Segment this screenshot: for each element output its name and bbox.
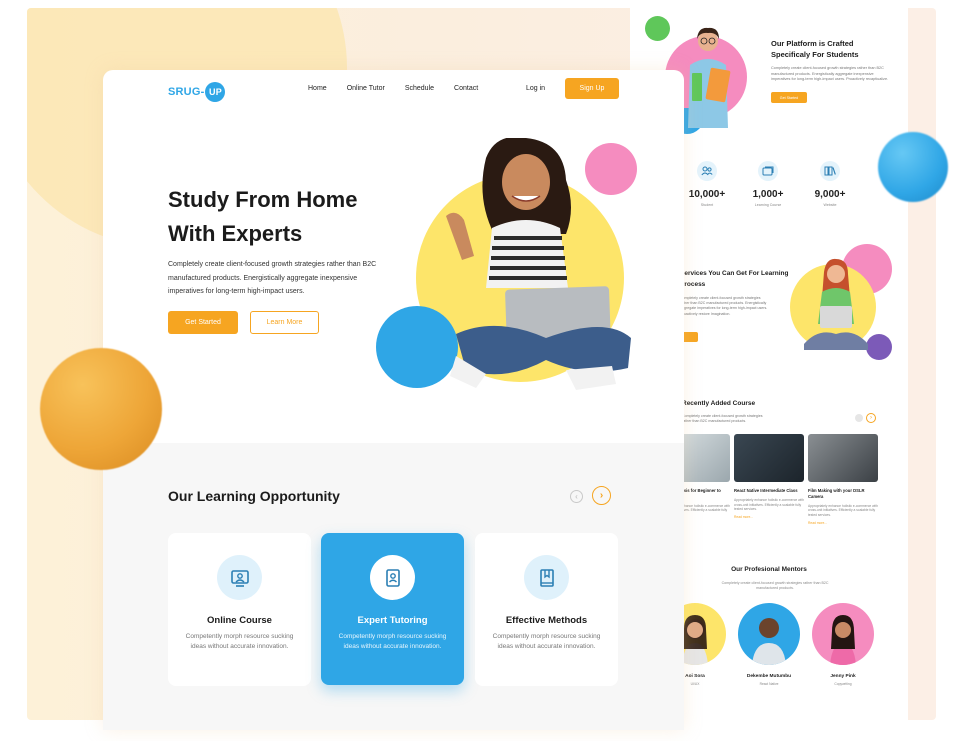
signup-button[interactable]: Sign Up — [565, 78, 619, 99]
books-icon — [820, 161, 840, 181]
platform-text: Completely create client-focused growth … — [771, 66, 889, 81]
card-title: Online Course — [207, 615, 272, 626]
stat-websites: 9,000+ Website — [800, 161, 860, 207]
card-desc: Competently morph resource sucking ideas… — [492, 633, 601, 650]
card-effective-methods[interactable]: Effective Methods Competently morph reso… — [475, 533, 618, 686]
learning-section: Our Learning Opportunity ‹ › Online Cour… — [103, 443, 684, 730]
student-photo — [688, 27, 731, 128]
hero-text: Completely create client-focused growth … — [168, 261, 377, 295]
mentor-role: Copywriting — [834, 682, 852, 686]
nav-schedule[interactable]: Schedule — [405, 84, 434, 94]
platform-get-started-button[interactable]: Get Started — [771, 92, 807, 103]
main-nav: Home Online Tutor Schedule Contact — [308, 84, 498, 94]
course-read-more[interactable]: Read more... — [734, 515, 804, 519]
stat-students: 10,000+ Student — [677, 161, 737, 207]
course-desc: Appropriately enhance holistic e-commerc… — [808, 503, 878, 518]
course-title: React Native Intermediate Class — [734, 488, 798, 493]
logo[interactable]: SRUG- UP — [168, 82, 226, 102]
learn-more-button[interactable]: Learn More — [250, 311, 319, 334]
users-icon — [697, 161, 717, 181]
mentor-name: Dekembe Mutumbu — [746, 674, 792, 679]
student-laptop-photo — [804, 258, 868, 350]
card-desc: Competently morph resource sucking ideas… — [185, 633, 294, 650]
courses-next-button[interactable]: › — [866, 413, 876, 423]
courses-title: Recently Added Course — [682, 400, 756, 407]
prev-button[interactable]: ‹ — [570, 490, 583, 503]
hero-title: Study From Home With Experts — [168, 187, 358, 246]
avatar — [738, 603, 800, 665]
mentors-text: Completely create client-focused growth … — [721, 581, 829, 591]
mentor-name: Jenny Pink — [830, 674, 856, 679]
expert-tutoring-icon — [370, 555, 415, 600]
stat-value: 9,000+ — [814, 189, 846, 200]
orange-orb-decoration — [40, 348, 162, 470]
courses-text: Completely create client-focused growth … — [682, 414, 763, 424]
platform-title: Our Platform is Crafted Specificaly For … — [771, 39, 859, 59]
arrow-right-icon: › — [870, 415, 872, 421]
course-image — [734, 434, 804, 482]
stat-label: Student — [700, 203, 714, 207]
course-title: Film Making with your DSLR Camera — [808, 488, 865, 499]
mentor-role: React Native — [759, 682, 779, 686]
login-link[interactable]: Log in — [526, 84, 545, 94]
showcase-stage: Our Platform is Crafted Specificaly For … — [0, 0, 963, 741]
get-started-button[interactable]: Get Started — [168, 311, 238, 334]
nav-contact[interactable]: Contact — [454, 84, 478, 94]
arrow-right-icon: › — [599, 490, 604, 501]
card-title: Expert Tutoring — [357, 615, 428, 626]
stat-label: Website — [823, 203, 837, 207]
services-text: Completely create client-focused growth … — [680, 296, 768, 316]
course-card[interactable]: Film Making with your DSLR Camera Approp… — [808, 434, 878, 525]
card-title: Effective Methods — [505, 615, 588, 626]
logo-badge: UP — [205, 82, 226, 102]
logo-text: SRUG- — [168, 86, 205, 98]
course-read-more[interactable]: Read more... — [808, 521, 878, 525]
course-image — [808, 434, 878, 482]
stat-label: Learning Course — [754, 203, 782, 207]
stat-value: 1,000+ — [752, 189, 784, 200]
card-online-course[interactable]: Online Course Competently morph resource… — [168, 533, 311, 686]
course-card[interactable]: React Native Intermediate Class Appropri… — [734, 434, 804, 519]
effective-methods-icon — [524, 555, 569, 600]
services-title: Services You Can Get For Learning Proces… — [680, 270, 789, 288]
learning-title: Our Learning Opportunity — [168, 488, 340, 504]
green-dot-decoration — [645, 16, 670, 41]
course-desc: Appropriately enhance holistic e-commerc… — [734, 497, 804, 512]
nav-home[interactable]: Home — [308, 84, 327, 94]
blue-orb-decoration — [878, 132, 948, 202]
card-desc: Competently morph resource sucking ideas… — [338, 633, 447, 650]
card-expert-tutoring[interactable]: Expert Tutoring Competently morph resour… — [321, 533, 464, 685]
avatar — [812, 603, 874, 665]
stat-courses: 1,000+ Learning Course — [738, 161, 798, 207]
stat-value: 10,000+ — [688, 189, 726, 200]
nav-online-tutor[interactable]: Online Tutor — [347, 84, 385, 94]
hero-student-photo — [446, 138, 631, 390]
arrow-left-icon: ‹ — [575, 492, 578, 501]
online-course-icon — [217, 555, 262, 600]
courses-prev-button[interactable] — [855, 414, 863, 422]
course-icon — [758, 161, 778, 181]
mentor-card[interactable]: Jenny Pink Copywriting — [808, 603, 878, 686]
main-page: SRUG- UP Home Online Tutor Schedule Conta… — [103, 70, 684, 730]
mentor-card[interactable]: Dekembe Mutumbu React Native — [734, 603, 804, 686]
next-button[interactable]: › — [592, 486, 611, 505]
